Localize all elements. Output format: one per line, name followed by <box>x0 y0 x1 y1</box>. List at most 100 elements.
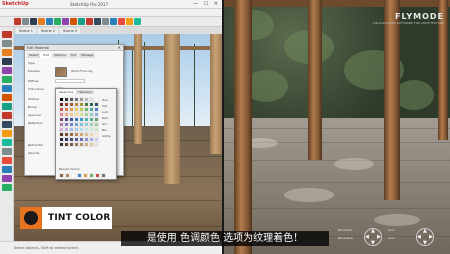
dialog-tabs: Select Edit Options Tint Manage <box>25 51 123 58</box>
extension-icon[interactable] <box>134 18 141 25</box>
look-pad[interactable]: ▲ ◀ ▶ ▼ <box>416 228 434 246</box>
recent-color-swatch[interactable] <box>71 173 76 178</box>
main-toolbar <box>0 17 222 27</box>
tint-logo-text: TINT COLOR <box>48 213 111 223</box>
scale-tool-icon[interactable] <box>78 18 85 25</box>
app-logo: SketchUp <box>2 1 29 7</box>
warehouse-icon[interactable] <box>126 18 133 25</box>
eraser-icon[interactable] <box>22 18 29 25</box>
look-around-icon[interactable] <box>2 184 12 191</box>
followme-icon[interactable] <box>2 103 12 110</box>
arrow-left-icon[interactable]: ◀ <box>365 234 369 240</box>
row-type: Type <box>28 61 35 65</box>
material-name: Wood Flooring <box>71 69 93 73</box>
brand-subtitle: VISUALIZATION SOFTWARE FOR ARCHITECTURE <box>372 22 444 25</box>
left-tool-palette <box>0 27 14 241</box>
section-plane-icon[interactable] <box>2 166 12 173</box>
walk-icon[interactable] <box>2 175 12 182</box>
orbit-icon[interactable] <box>94 18 101 25</box>
roof-beam <box>224 0 450 7</box>
floor-plank-line <box>224 128 450 129</box>
paint-icon[interactable] <box>2 49 12 56</box>
line-tool-icon[interactable] <box>30 18 37 25</box>
title-bar: SketchUp SketchUp Pro 2017 — ☐ ✕ <box>0 0 222 9</box>
nav-label-back: Move Back <box>338 236 354 240</box>
rectangle-icon[interactable] <box>2 67 12 74</box>
arrow-right-icon[interactable]: ▶ <box>377 234 381 240</box>
recent-color-swatch[interactable] <box>89 173 94 178</box>
floor-plank-line <box>224 208 450 209</box>
tape-measure-icon[interactable] <box>2 121 12 128</box>
tab-swatches[interactable]: Swatches <box>57 90 76 94</box>
tab-harmony[interactable]: Harmony <box>76 90 95 94</box>
recent-color-swatch[interactable] <box>101 173 106 178</box>
tab-options[interactable]: Options <box>52 53 68 58</box>
bamboo-stalk <box>194 44 195 126</box>
pushpull-side-icon[interactable] <box>2 94 12 101</box>
diffuse-field[interactable] <box>55 79 85 83</box>
pan-icon[interactable] <box>102 18 109 25</box>
look-left-icon[interactable]: ◀ <box>417 234 421 240</box>
component-icon[interactable] <box>2 40 12 47</box>
wood-pillar <box>134 34 142 144</box>
offset-icon[interactable] <box>2 112 12 119</box>
color-swatch[interactable] <box>94 142 99 147</box>
arrow-up-icon[interactable]: ▲ <box>371 228 375 234</box>
select-tool-icon[interactable] <box>14 18 21 25</box>
tint-color-logo: TINT COLOR <box>20 207 112 229</box>
look-up-icon[interactable]: ▲ <box>423 228 427 234</box>
render-view[interactable]: FLYMODE VISUALIZATION SOFTWARE FOR ARCHI… <box>224 0 450 254</box>
polygon-icon[interactable] <box>2 85 12 92</box>
recent-color-swatch[interactable] <box>95 173 100 178</box>
protractor-icon[interactable] <box>2 130 12 137</box>
axes-icon[interactable] <box>2 148 12 155</box>
row-opacity: Opacity <box>28 151 40 155</box>
look-right-icon[interactable]: ▶ <box>429 234 433 240</box>
tab-edit[interactable]: Edit <box>41 53 52 58</box>
arrow-down-icon[interactable]: ▼ <box>371 240 375 246</box>
recent-color-swatch[interactable] <box>77 173 82 178</box>
nav-label-look: Look <box>388 236 395 240</box>
status-text: Select objects. Shift to extend select. <box>14 246 80 250</box>
tab-manage[interactable]: Manage <box>79 53 96 58</box>
recent-color-swatch[interactable] <box>83 173 88 178</box>
recent-colors <box>59 173 106 178</box>
dialog-title: Edit Material <box>27 46 50 50</box>
sun-patch <box>374 214 420 226</box>
select-side-icon[interactable] <box>2 31 12 38</box>
dimension-icon[interactable] <box>2 157 12 164</box>
scene-tabs: Scene 1 Scene 2 Scene 3 <box>14 27 222 34</box>
color-picker-popup: Swatches Harmony Hue Sat Lum Red Grn Blu Alpha… <box>55 88 117 180</box>
paint-bucket-icon[interactable] <box>86 18 93 25</box>
bamboo-stalk <box>132 48 133 126</box>
arc-tool-icon[interactable] <box>38 18 45 25</box>
shape-tool-icon[interactable] <box>46 18 53 25</box>
circle-icon[interactable] <box>2 76 12 83</box>
look-down-icon[interactable]: ▼ <box>423 240 427 246</box>
close-icon[interactable]: ✕ <box>118 45 121 51</box>
row-diffuse: Diffuse <box>28 79 39 83</box>
nav-label-forward: Move Fwd <box>338 228 353 232</box>
window-controls[interactable]: — ☐ ✕ <box>193 1 220 8</box>
zoom-extents-icon[interactable] <box>118 18 125 25</box>
flymode-brand: FLYMODE VISUALIZATION SOFTWARE FOR ARCHI… <box>373 12 444 25</box>
tab-select[interactable]: Select <box>27 53 41 58</box>
rotate-tool-icon[interactable] <box>70 18 77 25</box>
move-tool-icon[interactable] <box>62 18 69 25</box>
picker-tabs: Swatches Harmony <box>56 89 116 95</box>
sun-patch <box>284 188 334 202</box>
material-preview-swatch <box>55 67 67 77</box>
pencil-icon[interactable] <box>2 58 12 65</box>
recent-colors-label: Recent Colors <box>59 167 80 171</box>
dialog-title-bar[interactable]: Edit Material ✕ <box>25 45 123 51</box>
zoom-icon[interactable] <box>110 18 117 25</box>
floor-plank-line <box>14 200 222 201</box>
move-pad[interactable]: ▲ ◀ ▶ ▼ <box>364 228 382 246</box>
wood-pillar <box>308 0 322 160</box>
nav-label-turn: Turn <box>388 228 394 232</box>
recent-color-swatch[interactable] <box>59 173 64 178</box>
push-pull-icon[interactable] <box>54 18 61 25</box>
text-tool-icon[interactable] <box>2 139 12 146</box>
tab-tint[interactable]: Tint <box>68 53 79 58</box>
recent-color-swatch[interactable] <box>65 173 70 178</box>
